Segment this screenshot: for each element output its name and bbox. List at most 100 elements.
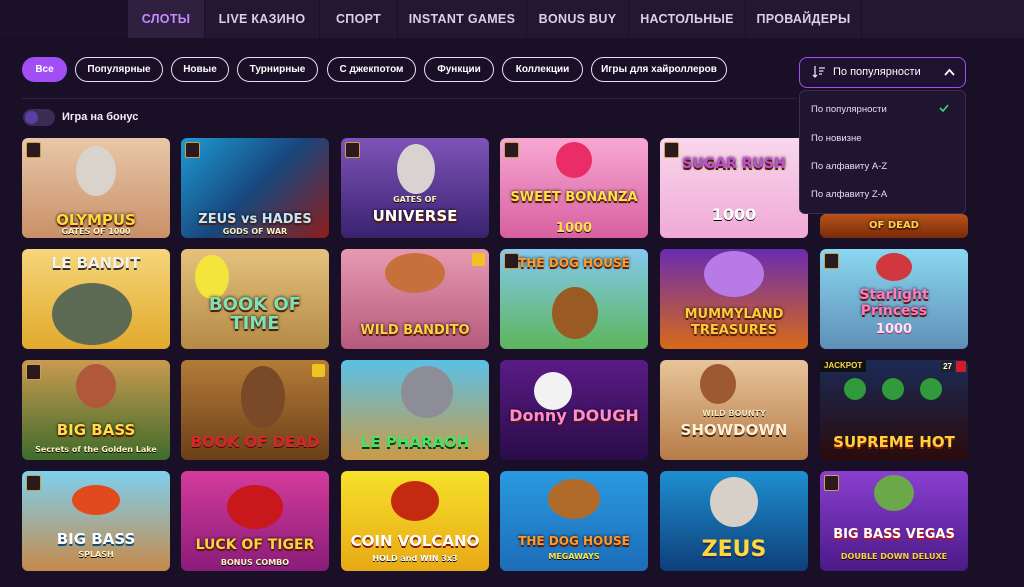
game-tile[interactable]: ZEUS [660,471,808,571]
bonus-toggle-label: Игра на бонус [62,111,139,123]
tab-slots[interactable]: СЛОТЫ [128,0,205,38]
game-title: SUPREME HOT [833,433,955,451]
game-tile[interactable]: SWEET BONANZA 1000 [500,138,648,238]
flag-icon [956,361,966,372]
mummy-art [704,251,764,297]
chip-all[interactable]: Все [22,57,67,82]
sort-option-za[interactable]: По алфавиту Z-A [800,181,965,207]
chip-jackpot[interactable]: С джекпотом [327,57,416,82]
game-tile[interactable]: OF DEAD [820,214,968,238]
game-tile[interactable]: THE DOG HOUSE MEGAWAYS [500,471,648,571]
game-title: SHOWDOWN [680,421,788,439]
game-tile[interactable]: BIG BASS SPLASH [22,471,170,571]
game-title: LE BANDIT [51,254,141,272]
character-art [397,144,435,194]
tab-table-games[interactable]: НАСТОЛЬНЫЕ [629,0,746,38]
provider-badge [26,475,41,491]
character-art [76,146,116,196]
dog-art [552,287,598,339]
game-tile[interactable]: BOOK OF TIME [181,249,329,349]
fisherman-art [76,364,116,408]
game-tile[interactable]: Donny DOUGH [500,360,648,460]
game-tile[interactable]: BIG BASS VEGAS DOUBLE DOWN DELUXE [820,471,968,571]
jackpot-count: 27 [941,361,954,372]
game-subtitle: GODS OF WAR [222,227,288,236]
game-subtitle: 1000 [875,322,913,337]
character-art [534,372,572,410]
game-title: Donny DOUGH [509,406,639,425]
chip-popular[interactable]: Популярные [75,57,163,82]
game-tile[interactable]: LE BANDIT [22,249,170,349]
character-art [195,255,229,299]
chip-collections[interactable]: Коллекции [502,57,583,82]
game-tile[interactable]: MUMMYLAND TREASURES [660,249,808,349]
game-subtitle: 1000 [555,221,593,236]
provider-badge [345,142,360,158]
game-title: LE PHARAOH [360,433,470,451]
sort-option-az[interactable]: По алфавиту A-Z [800,153,965,179]
toggle-knob [25,111,38,124]
game-title: ZEUS vs HADES [198,212,312,227]
pot-art [227,485,283,529]
chip-highrollers[interactable]: Игры для хайроллеров [591,57,727,82]
game-title: BOOK OF DEAD [190,433,320,451]
tab-sport[interactable]: СПОРТ [320,0,398,38]
tab-providers[interactable]: ПРОВАЙДЕРЫ [746,0,862,38]
game-tile[interactable]: THE DOG HOUSE [500,249,648,349]
provider-badge [26,142,41,158]
bonus-toggle[interactable] [23,109,55,126]
game-tile[interactable]: LUCK OF TIGER BONUS COMBO [181,471,329,571]
game-tile[interactable]: WILD BANDITO [341,249,489,349]
game-tile[interactable]: Starlight Princess 1000 [820,249,968,349]
sort-option-label: По алфавиту A-Z [811,160,888,172]
provider-badge [185,142,200,158]
provider-badge [26,364,41,380]
sort-menu: По популярности По новизне По алфавиту A… [799,90,966,214]
game-title: Starlight Princess [859,287,929,319]
game-title: SWEET BONANZA [510,190,638,205]
sort-option-popularity[interactable]: По популярности [800,96,965,122]
provider-badge [824,475,839,491]
chip-features[interactable]: Функции [424,57,494,82]
category-tabs: СЛОТЫ LIVE КАЗИНО СПОРТ INSTANT GAMES BO… [128,0,1024,38]
game-subtitle: BONUS COMBO [220,558,290,567]
game-title: BOOK OF TIME [208,294,302,334]
character-art [385,253,445,293]
game-title: UNIVERSE [372,207,458,225]
game-title: THE DOG HOUSE [518,534,630,548]
game-tile[interactable]: BOOK OF DEAD [181,360,329,460]
tab-live-casino[interactable]: LIVE КАЗИНО [205,0,320,38]
game-tile[interactable]: LE PHARAOH [341,360,489,460]
sort-dropdown[interactable]: По популярности [799,57,966,88]
game-title: BIG BASS [56,421,136,439]
game-tile[interactable]: UNIVERSE GATES OF [341,138,489,238]
game-subtitle: HOLD and WIN 3x3 [372,554,458,563]
game-tile[interactable]: OLYMPUS GATES OF 1000 [22,138,170,238]
sort-option-newest[interactable]: По новизне [800,125,965,151]
gift-icon [472,253,485,266]
sort-option-label: По популярности [811,103,887,115]
game-title: BIG BASS VEGAS [833,527,955,542]
chevron-up-icon [944,68,955,76]
explorer-art [241,366,285,428]
game-title: BIG BASS [56,530,136,548]
chip-new[interactable]: Новые [171,57,229,82]
top-nav: СЛОТЫ LIVE КАЗИНО СПОРТ INSTANT GAMES BO… [0,0,1024,38]
tab-instant-games[interactable]: INSTANT GAMES [398,0,527,38]
game-tile[interactable]: COIN VOLCANO HOLD and WIN 3x3 [341,471,489,571]
raccoon-pharaoh-art [401,366,453,418]
game-title: MUMMYLAND TREASURES [684,307,784,338]
sort-icon [812,66,825,78]
check-icon [939,104,949,112]
game-tile[interactable]: JACKPOT 27 SUPREME HOT [820,360,968,460]
fruit-art [844,378,866,400]
casino-page: СЛОТЫ LIVE КАЗИНО СПОРТ INSTANT GAMES BO… [0,0,1024,587]
sort-option-label: По алфавиту Z-A [811,188,888,200]
game-tile[interactable]: ZEUS vs HADES GODS OF WAR [181,138,329,238]
game-tile[interactable]: WILD BOUNTY SHOWDOWN [660,360,808,460]
game-tile[interactable]: SUGAR RUSH 1000 [660,138,808,238]
chip-tournament[interactable]: Турнирные [237,57,318,82]
game-tile[interactable]: BIG BASS Secrets of the Golden Lake [22,360,170,460]
game-title: COIN VOLCANO [350,532,480,550]
tab-bonus-buy[interactable]: BONUS BUY [527,0,629,38]
